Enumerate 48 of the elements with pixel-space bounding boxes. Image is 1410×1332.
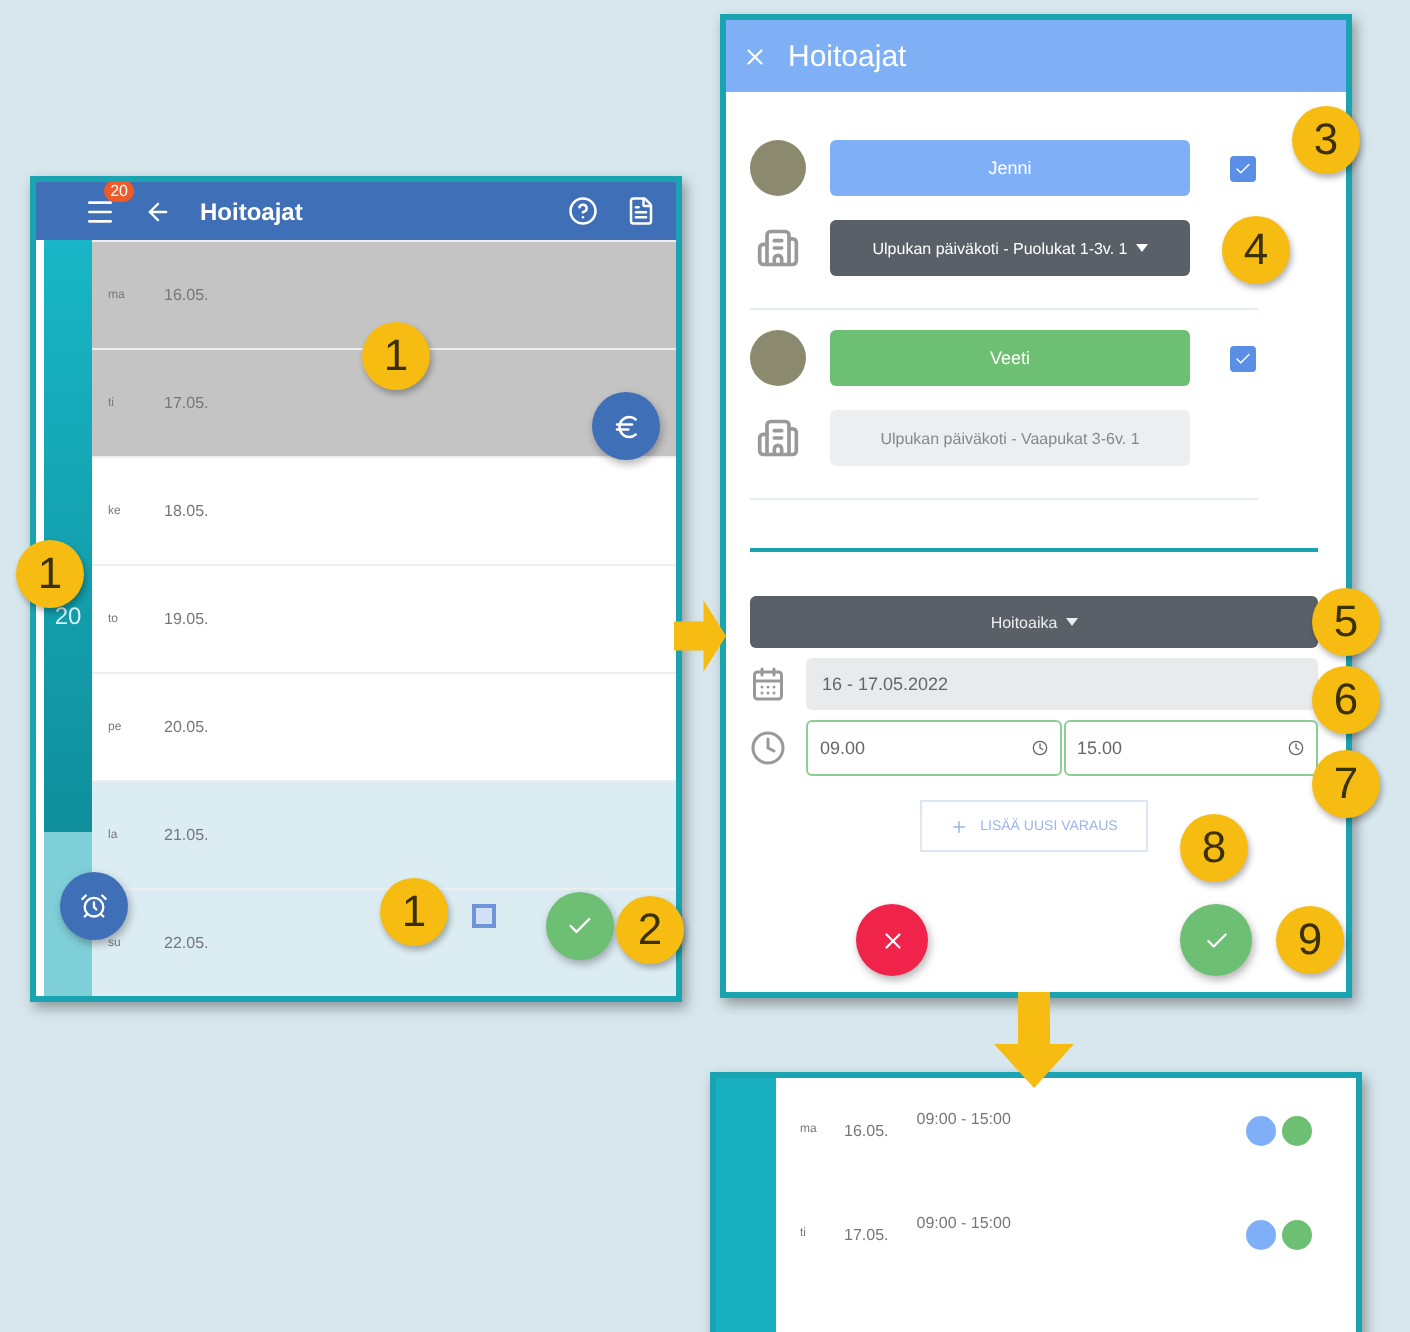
- check-icon: [1234, 159, 1252, 177]
- group-select[interactable]: Ulpukan päiväkoti - Puolukat 1-3v. 1: [830, 220, 1190, 276]
- caret-icon: [1135, 244, 1148, 253]
- dialog-title: Hoitoajat: [788, 39, 907, 73]
- checkbox[interactable]: [1230, 155, 1256, 181]
- check-icon: [1203, 927, 1229, 953]
- right-arrow-icon: [674, 600, 726, 672]
- euro-icon: [611, 411, 641, 441]
- alarm-clock-icon: [80, 892, 108, 920]
- date-label: 17.05.: [164, 394, 209, 412]
- checkbox[interactable]: [1230, 345, 1256, 371]
- date-label: 16.05.: [844, 1121, 889, 1139]
- time-range: 09:00 - 15:00: [916, 1214, 1011, 1232]
- caret-icon: [1065, 618, 1078, 627]
- back-icon[interactable]: [144, 197, 172, 225]
- start-time-field[interactable]: 09.00: [806, 720, 1061, 776]
- week-number: 20: [54, 602, 82, 630]
- end-time-field[interactable]: 15.00: [1063, 720, 1318, 776]
- time-range: 09:00 - 15:00: [916, 1110, 1011, 1128]
- date-label: 16.05.: [164, 286, 209, 304]
- type-select[interactable]: Hoitoaika: [750, 596, 1318, 648]
- date-label: 17.05.: [844, 1225, 889, 1243]
- avatar: [750, 330, 806, 386]
- date-label: 21.05.: [164, 826, 209, 844]
- date-label: 20.05.: [164, 718, 209, 736]
- date-label: 22.05.: [164, 934, 209, 952]
- avatar: [750, 140, 806, 196]
- screen-title: Hoitoajat: [200, 197, 305, 225]
- plus-icon: [950, 817, 969, 835]
- step-number: 7: [1312, 750, 1380, 818]
- date-label: 18.05.: [164, 502, 209, 520]
- step-number: 5: [1312, 588, 1380, 656]
- step-number: 6: [1312, 666, 1380, 734]
- notification-badge: 20: [104, 182, 134, 201]
- down-arrow-icon: [994, 992, 1074, 1088]
- menu-icon[interactable]: [84, 195, 116, 227]
- close-icon: [879, 927, 905, 953]
- clock-icon[interactable]: [1288, 740, 1304, 756]
- clock-icon[interactable]: [1031, 740, 1047, 756]
- building-icon: [756, 226, 800, 270]
- clock-icon: [750, 730, 786, 766]
- help-icon[interactable]: [568, 196, 598, 226]
- check-icon: [1234, 349, 1252, 367]
- date-label: 19.05.: [164, 610, 209, 628]
- building-icon: [756, 416, 800, 460]
- document-icon[interactable]: [626, 196, 656, 226]
- date-range-field[interactable]: 16 - 17.05.2022: [806, 658, 1318, 710]
- calendar-icon: [750, 666, 786, 702]
